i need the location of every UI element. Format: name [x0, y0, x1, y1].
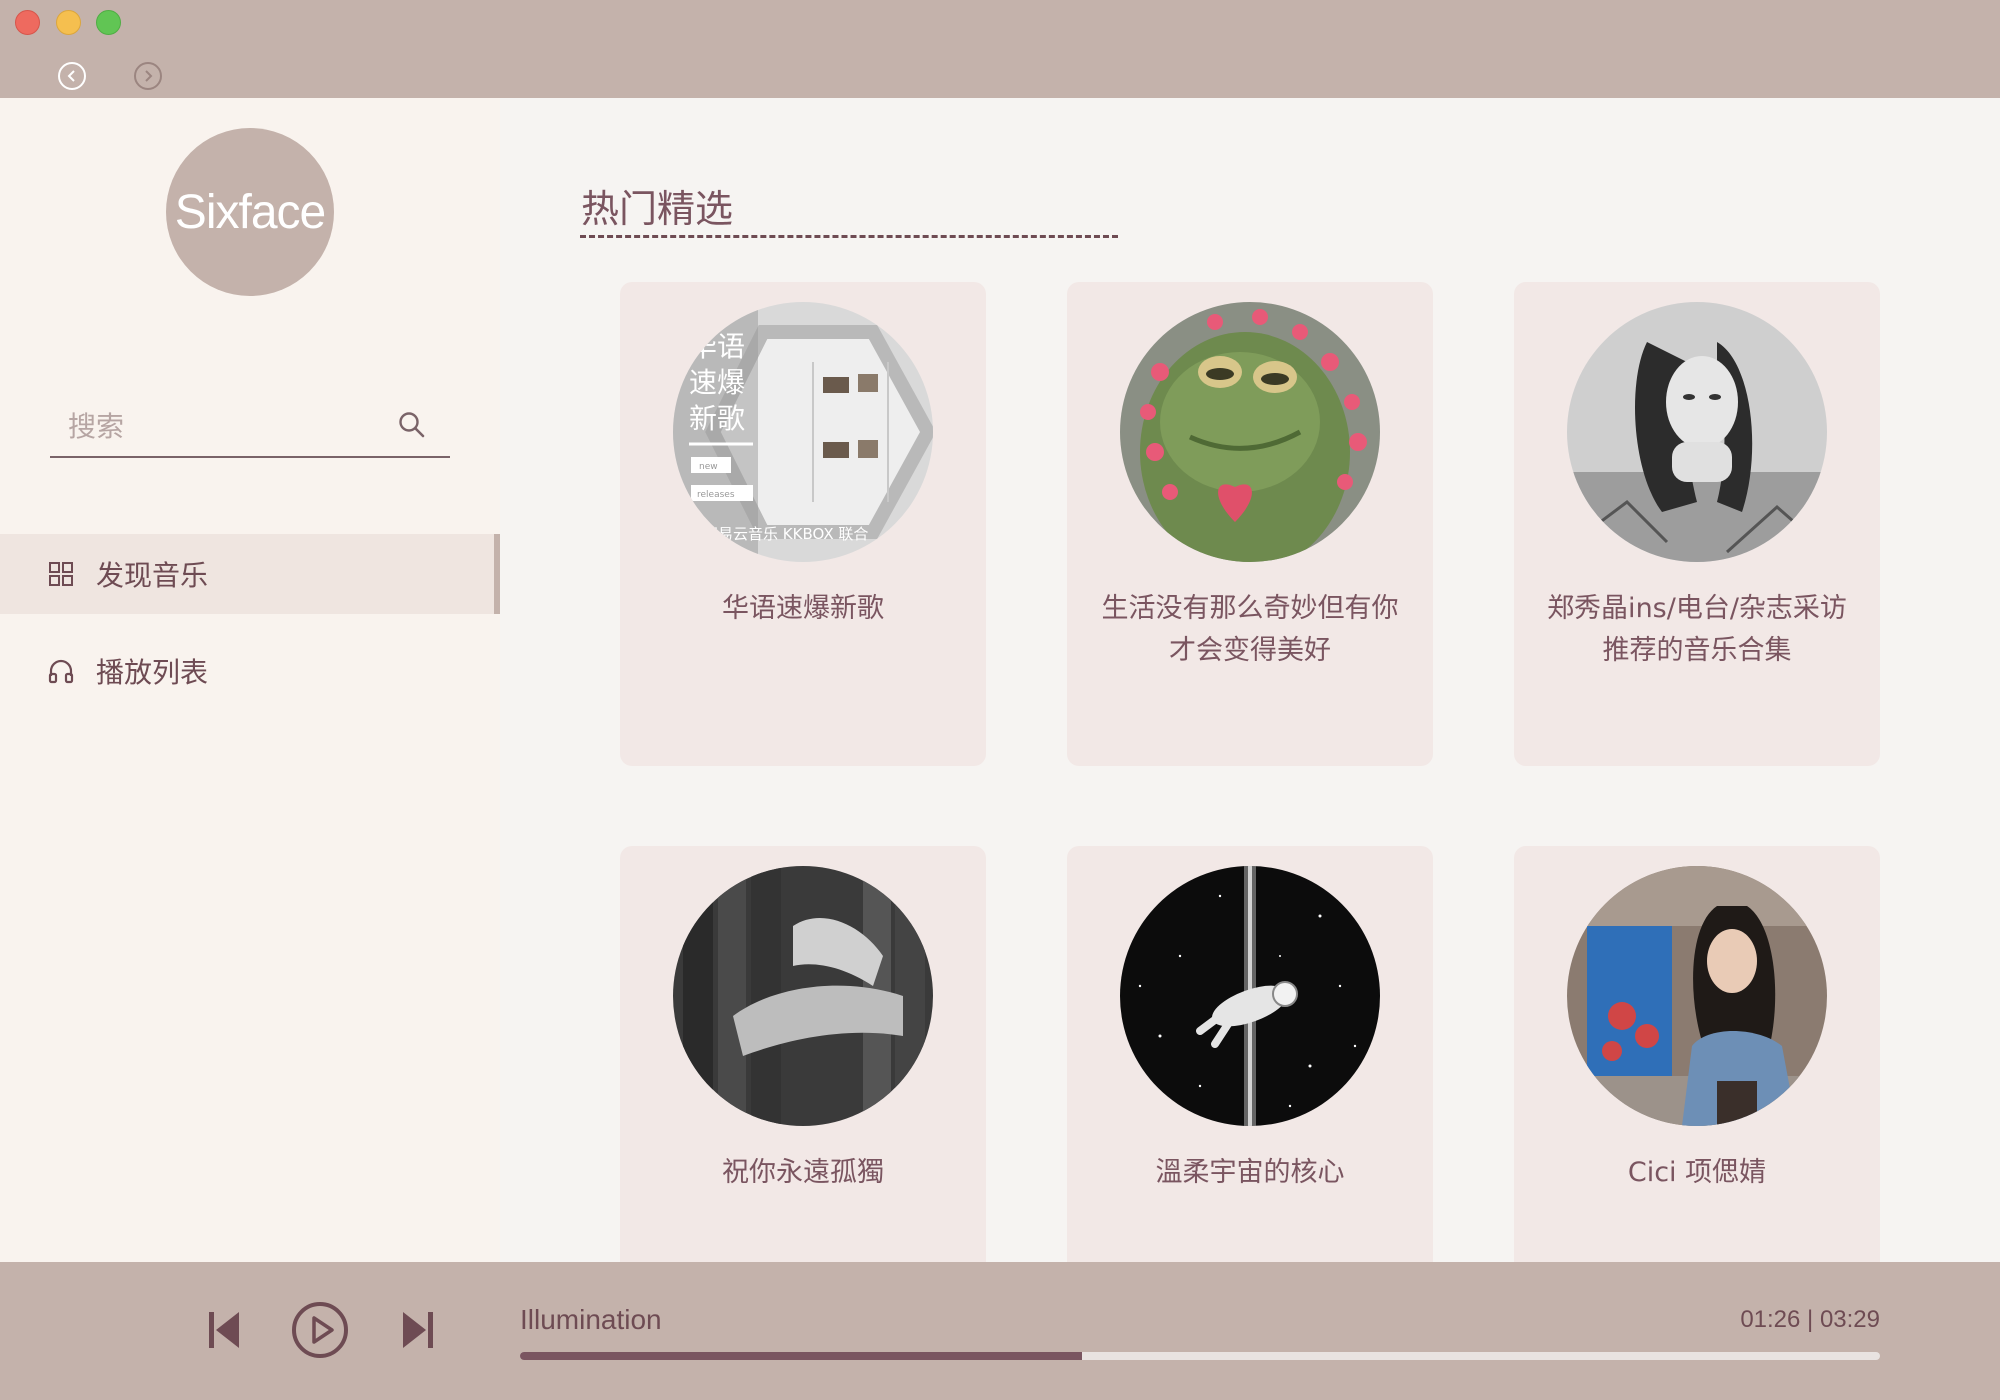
section-title: 热门精选 [581, 187, 734, 231]
forward-button[interactable] [134, 62, 162, 90]
cover-text: 速爆 [689, 366, 745, 399]
previous-button[interactable] [204, 1302, 244, 1358]
back-button[interactable] [58, 62, 86, 90]
playlist-cover [1120, 866, 1380, 1126]
skip-next-icon [403, 1312, 433, 1348]
playlist-cover [1567, 866, 1827, 1126]
cover-text: new [699, 462, 718, 472]
playlist-cover [1567, 302, 1827, 562]
progress-bar[interactable] [520, 1352, 1880, 1360]
search-input[interactable] [68, 404, 388, 448]
sidebar-item-playlists[interactable]: 播放列表 [0, 631, 500, 711]
close-window-button[interactable] [15, 10, 40, 35]
search-icon[interactable] [397, 410, 427, 440]
progress-fill [520, 1352, 1082, 1360]
skip-previous-icon [209, 1312, 239, 1348]
playlist-cover [1120, 302, 1380, 562]
title-divider [580, 235, 1118, 238]
playlist-card[interactable]: 华语 速爆 新歌 new releases 网易云音乐 KKBOX 联合 华语速… [620, 282, 986, 766]
playlist-card[interactable]: 祝你永遠孤獨 [620, 846, 986, 1262]
playlist-title: 华语速爆新歌 [722, 593, 884, 624]
sidebar-item-label: 发现音乐 [96, 559, 209, 592]
logo-text: Sixface [174, 185, 326, 239]
minimize-window-button[interactable] [56, 10, 81, 35]
playlist-card[interactable]: 生活没有那么奇妙但有你才会变得美好 [1067, 282, 1433, 766]
playlist-card[interactable]: 郑秀晶ins/电台/杂志采访推荐的音乐合集 [1514, 282, 1880, 766]
playlist-card[interactable]: 溫柔宇宙的核心 [1067, 846, 1433, 1262]
chevron-left-icon [67, 70, 75, 82]
playlist-title: Cici 项偲婧 [1627, 1157, 1767, 1188]
playlist-title: 生活没有那么奇妙但有你才会变得美好 [1101, 593, 1399, 666]
playlist-cover: 华语 速爆 新歌 new releases 网易云音乐 KKBOX 联合 [673, 302, 933, 562]
cover-text: 华语 [689, 330, 745, 363]
zoom-window-button[interactable] [96, 10, 121, 35]
title-bar [0, 0, 2000, 98]
logo: Sixface [166, 128, 334, 296]
time-display: 01:26 | 03:29 [1740, 1306, 1880, 1333]
play-icon [292, 1302, 348, 1358]
playlist-card[interactable]: Cici 项偲婧 [1514, 846, 1880, 1262]
headphones-icon [48, 658, 74, 684]
chevron-right-icon [145, 70, 153, 82]
sidebar-item-discover-music[interactable]: 发现音乐 [0, 534, 500, 614]
playlist-title: 祝你永遠孤獨 [722, 1157, 884, 1188]
playlist-title: 郑秀晶ins/电台/杂志采访推荐的音乐合集 [1547, 593, 1847, 666]
cover-text: 网易云音乐 KKBOX 联合 [703, 525, 868, 543]
next-button[interactable] [398, 1302, 438, 1358]
cover-text: 新歌 [689, 402, 745, 435]
playlist-title: 溫柔宇宙的核心 [1155, 1157, 1345, 1188]
cover-text: releases [697, 490, 735, 500]
playlist-cover [673, 866, 933, 1126]
sidebar: Sixface 发现音乐 播放列表 [0, 98, 500, 1262]
main-content: 热门精选 华语 速爆 新歌 new releases 网易云音乐 KKBOX 联… [500, 98, 2000, 1262]
play-button[interactable] [290, 1300, 350, 1360]
search-box [50, 398, 450, 458]
now-playing-title: Illumination [520, 1304, 662, 1335]
grid-icon [48, 561, 74, 587]
player-bar: Illumination 01:26 | 03:29 [0, 1262, 2000, 1400]
sidebar-item-label: 播放列表 [96, 656, 209, 689]
